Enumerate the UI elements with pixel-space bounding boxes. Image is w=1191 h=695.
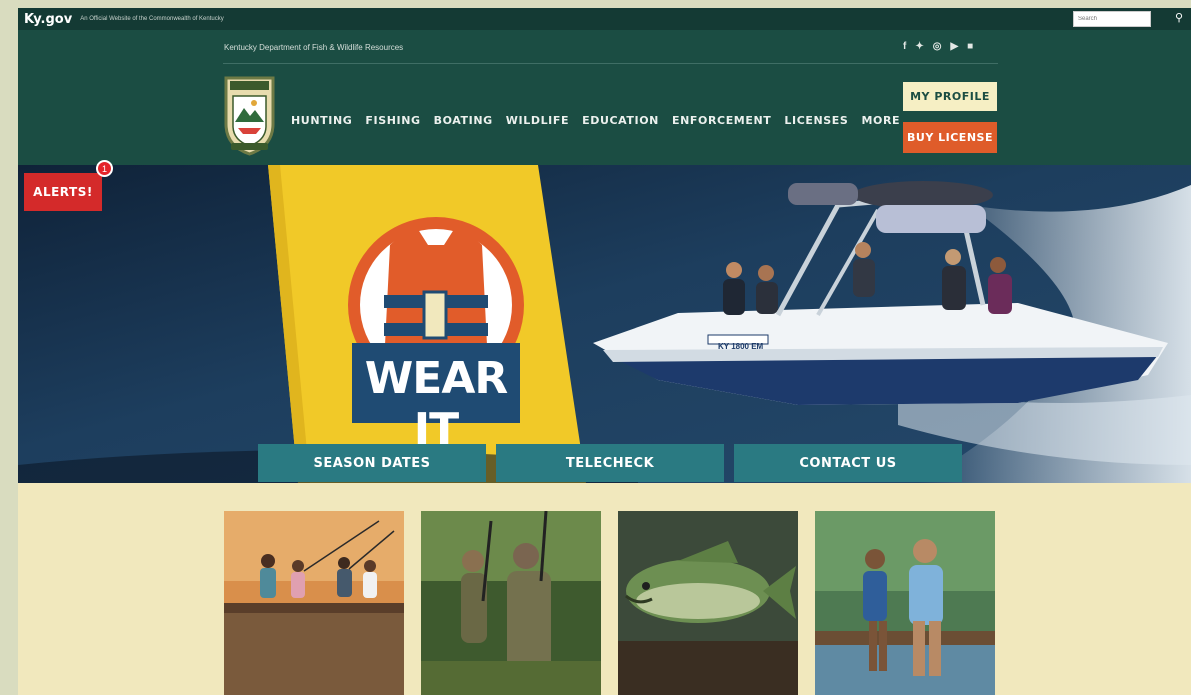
kygov-bar: Ky.gov An Official Website of the Common… [18,8,1191,30]
instagram-icon[interactable]: ◎ [933,41,942,52]
buy-license-button[interactable]: BUY LICENSE [903,122,997,153]
wear-it-subtitle [361,412,511,417]
header-divider [223,63,998,64]
department-name[interactable]: Kentucky Department of Fish & Wildlife R… [224,43,403,52]
nav-boating[interactable]: BOATING [434,114,493,127]
kdfwr-seal-logo[interactable] [222,72,277,157]
card-family-fishing[interactable] [224,511,404,695]
nav-enforcement[interactable]: ENFORCEMENT [672,114,771,127]
twitter-icon[interactable]: ✦ [915,41,923,52]
nav-education[interactable]: EDUCATION [582,114,659,127]
kygov-logo[interactable]: Ky.gov [24,12,72,27]
nav-wildlife[interactable]: WILDLIFE [506,114,569,127]
main-nav: HUNTING FISHING BOATING WILDLIFE EDUCATI… [291,114,900,127]
hunters-photo [421,511,601,695]
dock-fishing-photo [815,511,995,695]
search-input[interactable] [1073,11,1151,27]
hero-image [18,165,1191,483]
alerts-button[interactable]: ALERTS! [24,173,102,211]
facebook-icon[interactable]: f [903,41,906,52]
nav-more[interactable]: MORE [861,114,900,127]
card-dock-fishing[interactable] [815,511,995,695]
telecheck-button[interactable]: TELECHECK [496,444,724,482]
search-icon[interactable]: ⚲ [1175,11,1183,24]
family-fishing-photo [224,511,404,695]
boat-registration: KY 1800 EM [718,342,764,351]
hero-banner[interactable] [18,165,1191,483]
my-profile-button[interactable]: MY PROFILE [903,82,997,111]
nav-fishing[interactable]: FISHING [365,114,420,127]
youtube-icon[interactable]: ▶ [950,41,958,52]
season-dates-button[interactable]: SEASON DATES [258,444,486,482]
nav-hunting[interactable]: HUNTING [291,114,352,127]
wear-it-title: WEAR IT [364,353,509,455]
flickr-icon[interactable]: ■ [967,41,973,52]
kygov-tagline: An Official Website of the Commonwealth … [80,16,224,22]
bass-fish-photo [618,511,798,695]
alerts-count-badge[interactable]: 1 [96,160,113,177]
social-links: f ✦ ◎ ▶ ■ [903,41,973,52]
site-header: Kentucky Department of Fish & Wildlife R… [18,30,1191,165]
card-hunters[interactable] [421,511,601,695]
nav-licenses[interactable]: LICENSES [784,114,848,127]
card-bass[interactable] [618,511,798,695]
contact-us-button[interactable]: CONTACT US [734,444,962,482]
browser-frame: Ky.gov An Official Website of the Common… [18,8,1191,695]
